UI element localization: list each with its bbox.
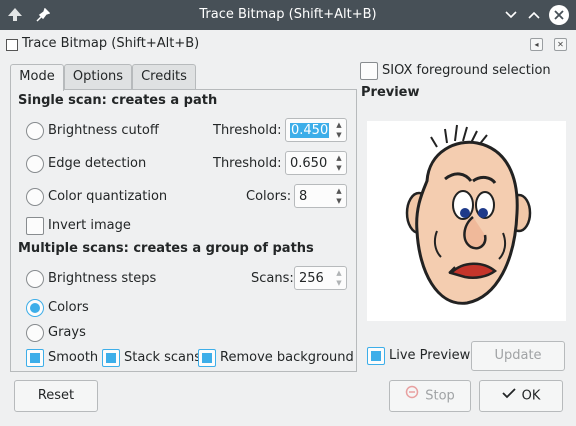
window-title: Trace Bitmap (Shift+Alt+B) <box>199 7 377 22</box>
close-button[interactable] <box>549 5 569 25</box>
scans-spinbox[interactable]: 256 ▲ ▼ <box>294 266 347 290</box>
stack-scans-label: Stack scans <box>124 350 202 365</box>
brightness-threshold-label: Threshold: <box>213 123 282 138</box>
colors-count-label: Colors: <box>246 189 292 204</box>
brightness-threshold-value: 0.450 <box>290 123 330 138</box>
invert-image-checkbox[interactable] <box>26 217 44 235</box>
live-preview-checkbox[interactable] <box>367 347 385 365</box>
cartoon-face-preview <box>405 124 532 305</box>
stack-scans-checkbox[interactable] <box>102 349 120 367</box>
dock-close-icon[interactable]: ✕ <box>554 38 567 51</box>
colors-label: Colors <box>48 300 89 315</box>
stop-icon <box>405 381 419 411</box>
tab-credits[interactable]: Credits <box>132 64 196 90</box>
tab-mode[interactable]: Mode <box>10 64 64 91</box>
stop-button[interactable]: Stop <box>389 380 471 412</box>
invert-image-label: Invert image <box>48 218 131 233</box>
single-scan-heading: Single scan: creates a path <box>18 93 218 108</box>
checkmark-icon <box>501 381 516 411</box>
smooth-checkbox[interactable] <box>26 349 44 367</box>
grays-label: Grays <box>48 325 86 340</box>
stop-label: Stop <box>425 388 455 404</box>
scans-value: 256 <box>299 271 324 286</box>
remove-background-checkbox[interactable] <box>198 349 216 367</box>
dock-iconify-icon[interactable]: ◂ <box>530 38 543 51</box>
reset-button[interactable]: Reset <box>14 380 98 412</box>
colors-radio[interactable] <box>26 299 44 317</box>
brightness-steps-label: Brightness steps <box>48 271 157 286</box>
dialog-header: Trace Bitmap (Shift+Alt+B) ◂ ✕ <box>0 30 576 58</box>
ok-label: OK <box>521 388 541 404</box>
colors-count-spinbox[interactable]: 8 ▲ ▼ <box>294 184 347 208</box>
spin-arrows-icon[interactable]: ▲ ▼ <box>334 120 344 140</box>
multiple-scans-heading: Multiple scans: creates a group of paths <box>18 241 314 256</box>
trace-bitmap-icon <box>6 39 18 51</box>
scans-label: Scans: <box>251 271 294 286</box>
window-titlebar: Trace Bitmap (Shift+Alt+B) <box>0 0 576 30</box>
edge-threshold-value: 0.650 <box>290 156 328 171</box>
live-preview-label: Live Preview <box>389 348 471 363</box>
maximize-button[interactable] <box>524 5 544 25</box>
edge-threshold-spinbox[interactable]: 0.650 ▲ ▼ <box>285 151 347 175</box>
brightness-cutoff-radio[interactable] <box>26 122 44 140</box>
brightness-steps-radio[interactable] <box>26 270 44 288</box>
tab-options[interactable]: Options <box>64 64 132 90</box>
edge-threshold-label: Threshold: <box>213 156 282 171</box>
siox-label: SIOX foreground selection <box>382 63 551 78</box>
remove-background-label: Remove background <box>220 350 354 365</box>
edge-detection-label: Edge detection <box>48 156 147 171</box>
colors-count-value: 8 <box>299 189 308 204</box>
spin-arrows-icon[interactable]: ▲ ▼ <box>334 268 344 288</box>
minimize-button[interactable] <box>501 5 521 25</box>
preview-heading: Preview <box>361 85 420 100</box>
brightness-threshold-spinbox[interactable]: 0.450 ▲ ▼ <box>285 118 347 142</box>
grays-radio[interactable] <box>26 324 44 342</box>
edge-detection-radio[interactable] <box>26 155 44 173</box>
update-button[interactable]: Update <box>471 341 565 371</box>
spin-arrows-icon[interactable]: ▲ ▼ <box>334 186 344 206</box>
smooth-label: Smooth <box>48 350 99 365</box>
preview-image <box>367 121 566 321</box>
color-quantization-radio[interactable] <box>26 188 44 206</box>
siox-checkbox[interactable] <box>360 62 378 80</box>
ok-button[interactable]: OK <box>479 380 563 412</box>
dialog-title: Trace Bitmap (Shift+Alt+B) <box>22 36 200 51</box>
spin-arrows-icon[interactable]: ▲ ▼ <box>334 153 344 173</box>
brightness-cutoff-label: Brightness cutoff <box>48 123 159 138</box>
color-quantization-label: Color quantization <box>48 189 168 204</box>
